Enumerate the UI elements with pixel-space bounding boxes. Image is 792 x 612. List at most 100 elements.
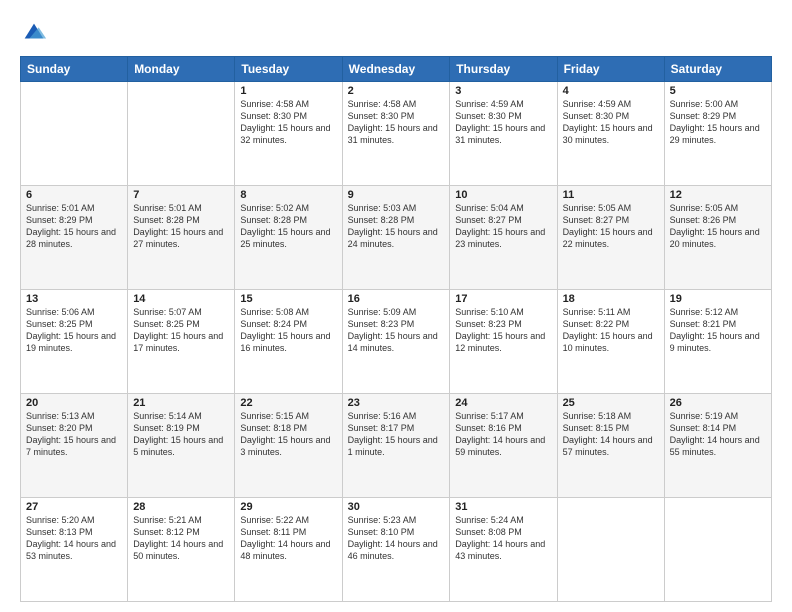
- day-info: Sunrise: 5:12 AMSunset: 8:21 PMDaylight:…: [670, 306, 766, 355]
- calendar-cell: 10Sunrise: 5:04 AMSunset: 8:27 PMDayligh…: [450, 186, 557, 290]
- day-number: 8: [240, 189, 336, 201]
- day-info: Sunrise: 5:09 AMSunset: 8:23 PMDaylight:…: [348, 306, 445, 355]
- day-number: 19: [670, 293, 766, 305]
- calendar-cell: [128, 82, 235, 186]
- day-number: 18: [563, 293, 659, 305]
- day-number: 4: [563, 85, 659, 97]
- logo-icon: [20, 18, 48, 46]
- day-info: Sunrise: 5:21 AMSunset: 8:12 PMDaylight:…: [133, 514, 229, 563]
- calendar-cell: 8Sunrise: 5:02 AMSunset: 8:28 PMDaylight…: [235, 186, 342, 290]
- day-number: 28: [133, 501, 229, 513]
- day-number: 25: [563, 397, 659, 409]
- day-info: Sunrise: 5:01 AMSunset: 8:28 PMDaylight:…: [133, 202, 229, 251]
- calendar-cell: 21Sunrise: 5:14 AMSunset: 8:19 PMDayligh…: [128, 394, 235, 498]
- day-number: 7: [133, 189, 229, 201]
- page: SundayMondayTuesdayWednesdayThursdayFrid…: [0, 0, 792, 612]
- day-number: 15: [240, 293, 336, 305]
- calendar-header-thursday: Thursday: [450, 57, 557, 82]
- day-number: 21: [133, 397, 229, 409]
- day-info: Sunrise: 5:18 AMSunset: 8:15 PMDaylight:…: [563, 410, 659, 459]
- day-number: 30: [348, 501, 445, 513]
- day-info: Sunrise: 4:59 AMSunset: 8:30 PMDaylight:…: [455, 98, 551, 147]
- day-number: 27: [26, 501, 122, 513]
- calendar-cell: 16Sunrise: 5:09 AMSunset: 8:23 PMDayligh…: [342, 290, 450, 394]
- calendar-cell: 3Sunrise: 4:59 AMSunset: 8:30 PMDaylight…: [450, 82, 557, 186]
- day-info: Sunrise: 5:01 AMSunset: 8:29 PMDaylight:…: [26, 202, 122, 251]
- calendar-week-row: 1Sunrise: 4:58 AMSunset: 8:30 PMDaylight…: [21, 82, 772, 186]
- calendar-header-saturday: Saturday: [664, 57, 771, 82]
- day-info: Sunrise: 5:00 AMSunset: 8:29 PMDaylight:…: [670, 98, 766, 147]
- calendar-cell: 12Sunrise: 5:05 AMSunset: 8:26 PMDayligh…: [664, 186, 771, 290]
- day-info: Sunrise: 4:59 AMSunset: 8:30 PMDaylight:…: [563, 98, 659, 147]
- calendar-cell: 13Sunrise: 5:06 AMSunset: 8:25 PMDayligh…: [21, 290, 128, 394]
- day-info: Sunrise: 5:23 AMSunset: 8:10 PMDaylight:…: [348, 514, 445, 563]
- day-number: 24: [455, 397, 551, 409]
- day-number: 6: [26, 189, 122, 201]
- calendar-header-tuesday: Tuesday: [235, 57, 342, 82]
- calendar-cell: 2Sunrise: 4:58 AMSunset: 8:30 PMDaylight…: [342, 82, 450, 186]
- calendar-cell: 11Sunrise: 5:05 AMSunset: 8:27 PMDayligh…: [557, 186, 664, 290]
- day-info: Sunrise: 5:15 AMSunset: 8:18 PMDaylight:…: [240, 410, 336, 459]
- calendar-cell: 23Sunrise: 5:16 AMSunset: 8:17 PMDayligh…: [342, 394, 450, 498]
- calendar-cell: 29Sunrise: 5:22 AMSunset: 8:11 PMDayligh…: [235, 498, 342, 602]
- day-info: Sunrise: 5:04 AMSunset: 8:27 PMDaylight:…: [455, 202, 551, 251]
- calendar-cell: 31Sunrise: 5:24 AMSunset: 8:08 PMDayligh…: [450, 498, 557, 602]
- day-info: Sunrise: 5:20 AMSunset: 8:13 PMDaylight:…: [26, 514, 122, 563]
- day-number: 13: [26, 293, 122, 305]
- day-info: Sunrise: 5:19 AMSunset: 8:14 PMDaylight:…: [670, 410, 766, 459]
- calendar-cell: 26Sunrise: 5:19 AMSunset: 8:14 PMDayligh…: [664, 394, 771, 498]
- calendar-cell: 25Sunrise: 5:18 AMSunset: 8:15 PMDayligh…: [557, 394, 664, 498]
- day-info: Sunrise: 5:11 AMSunset: 8:22 PMDaylight:…: [563, 306, 659, 355]
- calendar-cell: 24Sunrise: 5:17 AMSunset: 8:16 PMDayligh…: [450, 394, 557, 498]
- day-number: 17: [455, 293, 551, 305]
- calendar-cell: 19Sunrise: 5:12 AMSunset: 8:21 PMDayligh…: [664, 290, 771, 394]
- day-info: Sunrise: 4:58 AMSunset: 8:30 PMDaylight:…: [348, 98, 445, 147]
- calendar-header-friday: Friday: [557, 57, 664, 82]
- calendar-cell: 6Sunrise: 5:01 AMSunset: 8:29 PMDaylight…: [21, 186, 128, 290]
- day-number: 5: [670, 85, 766, 97]
- calendar-cell: [21, 82, 128, 186]
- day-info: Sunrise: 5:05 AMSunset: 8:27 PMDaylight:…: [563, 202, 659, 251]
- calendar-week-row: 6Sunrise: 5:01 AMSunset: 8:29 PMDaylight…: [21, 186, 772, 290]
- day-info: Sunrise: 5:24 AMSunset: 8:08 PMDaylight:…: [455, 514, 551, 563]
- day-info: Sunrise: 5:08 AMSunset: 8:24 PMDaylight:…: [240, 306, 336, 355]
- day-number: 16: [348, 293, 445, 305]
- calendar-week-row: 13Sunrise: 5:06 AMSunset: 8:25 PMDayligh…: [21, 290, 772, 394]
- calendar-cell: 9Sunrise: 5:03 AMSunset: 8:28 PMDaylight…: [342, 186, 450, 290]
- day-info: Sunrise: 5:17 AMSunset: 8:16 PMDaylight:…: [455, 410, 551, 459]
- day-info: Sunrise: 5:13 AMSunset: 8:20 PMDaylight:…: [26, 410, 122, 459]
- calendar-week-row: 27Sunrise: 5:20 AMSunset: 8:13 PMDayligh…: [21, 498, 772, 602]
- calendar-cell: 15Sunrise: 5:08 AMSunset: 8:24 PMDayligh…: [235, 290, 342, 394]
- day-info: Sunrise: 5:05 AMSunset: 8:26 PMDaylight:…: [670, 202, 766, 251]
- day-number: 20: [26, 397, 122, 409]
- calendar-table: SundayMondayTuesdayWednesdayThursdayFrid…: [20, 56, 772, 602]
- day-number: 26: [670, 397, 766, 409]
- calendar-cell: 27Sunrise: 5:20 AMSunset: 8:13 PMDayligh…: [21, 498, 128, 602]
- calendar-cell: 17Sunrise: 5:10 AMSunset: 8:23 PMDayligh…: [450, 290, 557, 394]
- day-number: 14: [133, 293, 229, 305]
- day-number: 9: [348, 189, 445, 201]
- calendar-cell: 22Sunrise: 5:15 AMSunset: 8:18 PMDayligh…: [235, 394, 342, 498]
- calendar-cell: [664, 498, 771, 602]
- header: [20, 18, 772, 46]
- day-info: Sunrise: 5:16 AMSunset: 8:17 PMDaylight:…: [348, 410, 445, 459]
- calendar-cell: 7Sunrise: 5:01 AMSunset: 8:28 PMDaylight…: [128, 186, 235, 290]
- day-number: 31: [455, 501, 551, 513]
- logo: [20, 18, 51, 46]
- calendar-cell: 4Sunrise: 4:59 AMSunset: 8:30 PMDaylight…: [557, 82, 664, 186]
- day-number: 1: [240, 85, 336, 97]
- calendar-header-monday: Monday: [128, 57, 235, 82]
- day-info: Sunrise: 5:07 AMSunset: 8:25 PMDaylight:…: [133, 306, 229, 355]
- day-number: 23: [348, 397, 445, 409]
- day-number: 12: [670, 189, 766, 201]
- day-info: Sunrise: 4:58 AMSunset: 8:30 PMDaylight:…: [240, 98, 336, 147]
- day-info: Sunrise: 5:02 AMSunset: 8:28 PMDaylight:…: [240, 202, 336, 251]
- day-info: Sunrise: 5:22 AMSunset: 8:11 PMDaylight:…: [240, 514, 336, 563]
- calendar-cell: [557, 498, 664, 602]
- day-info: Sunrise: 5:03 AMSunset: 8:28 PMDaylight:…: [348, 202, 445, 251]
- calendar-header-sunday: Sunday: [21, 57, 128, 82]
- day-number: 10: [455, 189, 551, 201]
- calendar-week-row: 20Sunrise: 5:13 AMSunset: 8:20 PMDayligh…: [21, 394, 772, 498]
- day-number: 22: [240, 397, 336, 409]
- calendar-cell: 28Sunrise: 5:21 AMSunset: 8:12 PMDayligh…: [128, 498, 235, 602]
